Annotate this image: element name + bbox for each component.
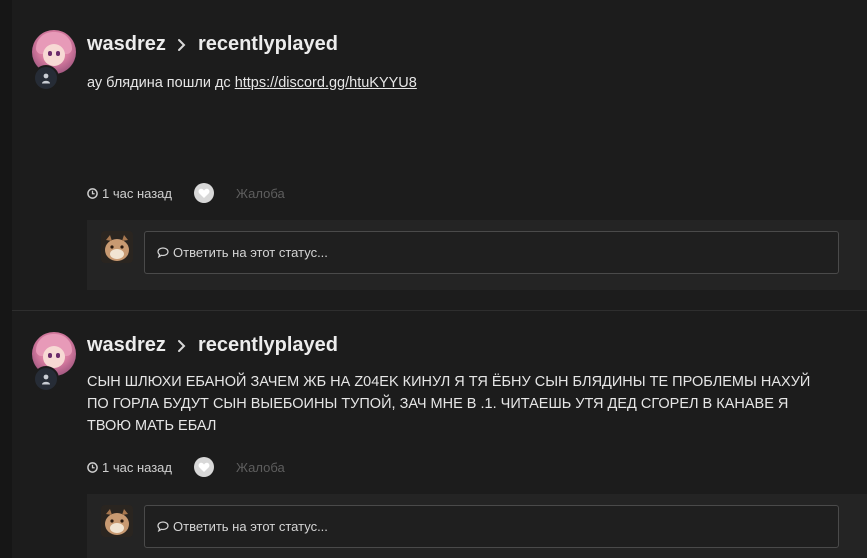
- status-meta: 1 час назад Жалоба: [87, 183, 285, 203]
- profile-feed-page: wasdrez recentlyplayed ау блядина пошли …: [0, 0, 867, 558]
- author-name[interactable]: wasdrez: [87, 33, 166, 56]
- avatar-face: [43, 44, 65, 66]
- avatar-face: [43, 346, 65, 368]
- avatar-eye: [56, 353, 60, 358]
- status-header: wasdrez recentlyplayed: [87, 334, 338, 357]
- reply-panel: Ответить на этот статус...: [87, 494, 867, 558]
- status-text: ау блядина пошли дс: [87, 75, 235, 91]
- target-user-name[interactable]: recentlyplayed: [198, 334, 338, 357]
- time-label: 1 час назад: [102, 459, 172, 475]
- avatar-eye: [48, 353, 52, 358]
- like-button[interactable]: [194, 457, 214, 477]
- clock-icon: [87, 187, 98, 199]
- reply-panel: Ответить на этот статус...: [87, 220, 867, 290]
- user-icon: [42, 374, 50, 384]
- heart-icon: [198, 462, 210, 472]
- user-role-badge: [33, 65, 59, 91]
- status-post: wasdrez recentlyplayed ау блядина пошли …: [12, 0, 867, 310]
- status-body: СЫН ШЛЮХИ ЕБАНОЙ ЗАЧЕМ ЖБ НА Z04EK КИНУЛ…: [87, 371, 827, 437]
- comment-icon: [157, 247, 169, 258]
- avatar-eye: [56, 51, 60, 56]
- time-label: 1 час назад: [102, 185, 172, 201]
- status-body: ау блядина пошли дс https://discord.gg/h…: [87, 72, 827, 94]
- status-meta: 1 час назад Жалоба: [87, 457, 285, 477]
- status-time[interactable]: 1 час назад: [87, 186, 172, 201]
- current-user-avatar: [101, 231, 133, 263]
- report-link[interactable]: Жалоба: [236, 460, 285, 475]
- reply-input[interactable]: Ответить на этот статус...: [144, 231, 839, 274]
- status-header: wasdrez recentlyplayed: [87, 33, 338, 56]
- clock-icon: [87, 461, 98, 473]
- current-user-avatar: [101, 505, 133, 537]
- author-name[interactable]: wasdrez: [87, 334, 166, 357]
- status-text: СЫН ШЛЮХИ ЕБАНОЙ ЗАЧЕМ ЖБ НА Z04EK КИНУЛ…: [87, 374, 811, 434]
- comment-icon: [157, 521, 169, 532]
- left-rail: [0, 0, 12, 558]
- user-role-badge: [33, 366, 59, 392]
- avatar-eye: [48, 51, 52, 56]
- reply-input[interactable]: Ответить на этот статус...: [144, 505, 839, 548]
- user-icon: [42, 73, 50, 83]
- report-link[interactable]: Жалоба: [236, 186, 285, 201]
- heart-icon: [198, 188, 210, 198]
- chevron-right-icon: [176, 37, 188, 53]
- status-link[interactable]: https://discord.gg/htuKYYU8: [235, 75, 417, 91]
- reply-placeholder: Ответить на этот статус...: [173, 245, 328, 260]
- status-feed: wasdrez recentlyplayed ау блядина пошли …: [12, 0, 867, 558]
- reply-placeholder: Ответить на этот статус...: [173, 519, 328, 534]
- status-time[interactable]: 1 час назад: [87, 460, 172, 475]
- like-button[interactable]: [194, 183, 214, 203]
- status-post: wasdrez recentlyplayed СЫН ШЛЮХИ ЕБАНОЙ …: [12, 311, 867, 558]
- chevron-right-icon: [176, 338, 188, 354]
- target-user-name[interactable]: recentlyplayed: [198, 33, 338, 56]
